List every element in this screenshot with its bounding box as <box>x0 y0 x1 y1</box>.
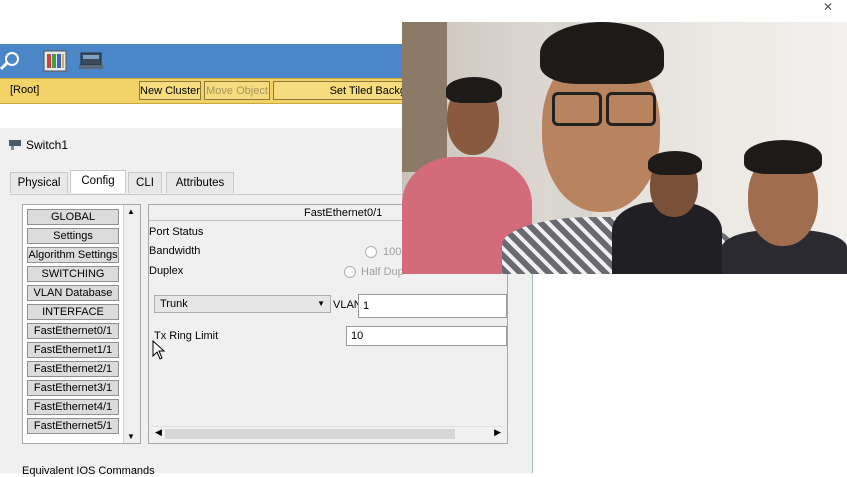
nav-item-fastethernet4-1[interactable]: FastEthernet4/1 <box>27 399 119 415</box>
webcam-video-overlay <box>402 22 847 274</box>
nav-item-fastethernet0-1[interactable]: FastEthernet0/1 <box>27 323 119 339</box>
scrollbar-thumb[interactable] <box>165 429 455 439</box>
scroll-up-icon[interactable]: ▲ <box>127 207 135 216</box>
duplex-label: Duplex <box>149 265 184 277</box>
root-label: [Root] <box>10 84 40 96</box>
glasses-left-lens <box>552 92 602 126</box>
nav-item-algorithm-settings[interactable]: Algorithm Settings <box>27 247 119 263</box>
glasses-right-lens <box>606 92 656 126</box>
move-object-button[interactable]: Move Object <box>204 81 270 100</box>
bandwidth-100-radio[interactable] <box>365 246 377 258</box>
tab-cli[interactable]: CLI <box>128 172 162 193</box>
nav-item-vlan-database[interactable]: VLAN Database <box>27 285 119 301</box>
close-icon[interactable]: ✕ <box>823 0 833 14</box>
nav-item-fastethernet2-1[interactable]: FastEthernet2/1 <box>27 361 119 377</box>
scroll-left-icon[interactable]: ◀ <box>155 427 162 438</box>
scroll-down-icon[interactable]: ▼ <box>127 432 135 441</box>
equivalent-ios-commands-label: Equivalent IOS Commands <box>22 465 155 477</box>
config-nav-list: GLOBAL Settings Algorithm Settings SWITC… <box>22 204 141 444</box>
nav-scrollbar[interactable]: ▲ ▼ <box>123 205 140 443</box>
panel-title: FastEthernet0/1 <box>304 207 383 219</box>
set-tiled-background-button[interactable]: Set Tiled Backg <box>273 81 410 100</box>
tab-physical[interactable]: Physical <box>10 172 68 193</box>
tab-attributes[interactable]: Attributes <box>166 172 234 193</box>
switch-icon <box>9 140 21 150</box>
nav-item-settings[interactable]: Settings <box>27 228 119 244</box>
main-toolbar <box>0 44 410 78</box>
nav-item-fastethernet3-1[interactable]: FastEthernet3/1 <box>27 380 119 396</box>
mouse-cursor-icon <box>152 340 166 360</box>
nav-item-fastethernet1-1[interactable]: FastEthernet1/1 <box>27 342 119 358</box>
window-title: Switch1 <box>26 138 69 152</box>
nav-item-fastethernet5-1[interactable]: FastEthernet5/1 <box>27 418 119 434</box>
palette-icon[interactable] <box>42 49 68 73</box>
port-mode-select[interactable]: Trunk ▼ <box>154 295 331 313</box>
vlan-input[interactable]: 1 <box>358 294 507 318</box>
chevron-down-icon: ▼ <box>317 299 325 308</box>
custom-device-icon[interactable] <box>78 49 104 73</box>
nav-item-switching[interactable]: SWITCHING <box>27 266 119 282</box>
workspace-bar: [Root] New Cluster Move Object Set Tiled… <box>0 78 410 104</box>
tx-ring-limit-input[interactable]: 10 <box>346 326 507 346</box>
port-status-label: Port Status <box>149 226 204 238</box>
nav-item-interface[interactable]: INTERFACE <box>27 304 119 320</box>
new-cluster-button[interactable]: New Cluster <box>139 81 201 100</box>
tab-config[interactable]: Config <box>70 170 126 193</box>
bandwidth-label: Bandwidth <box>149 245 201 257</box>
person-far-right <box>722 140 847 274</box>
duplex-half-radio[interactable] <box>344 266 356 278</box>
duplex-half-label: Half Dup <box>361 266 404 278</box>
bandwidth-100-label: 100 <box>383 246 402 258</box>
scroll-right-icon[interactable]: ▶ <box>494 427 501 438</box>
panel-horizontal-scrollbar[interactable]: ◀ ▶ <box>151 426 505 441</box>
nav-item-global[interactable]: GLOBAL <box>27 209 119 225</box>
port-mode-value: Trunk <box>160 298 188 310</box>
person-dark-jacket <box>612 147 722 274</box>
zoom-icon[interactable] <box>0 49 26 73</box>
